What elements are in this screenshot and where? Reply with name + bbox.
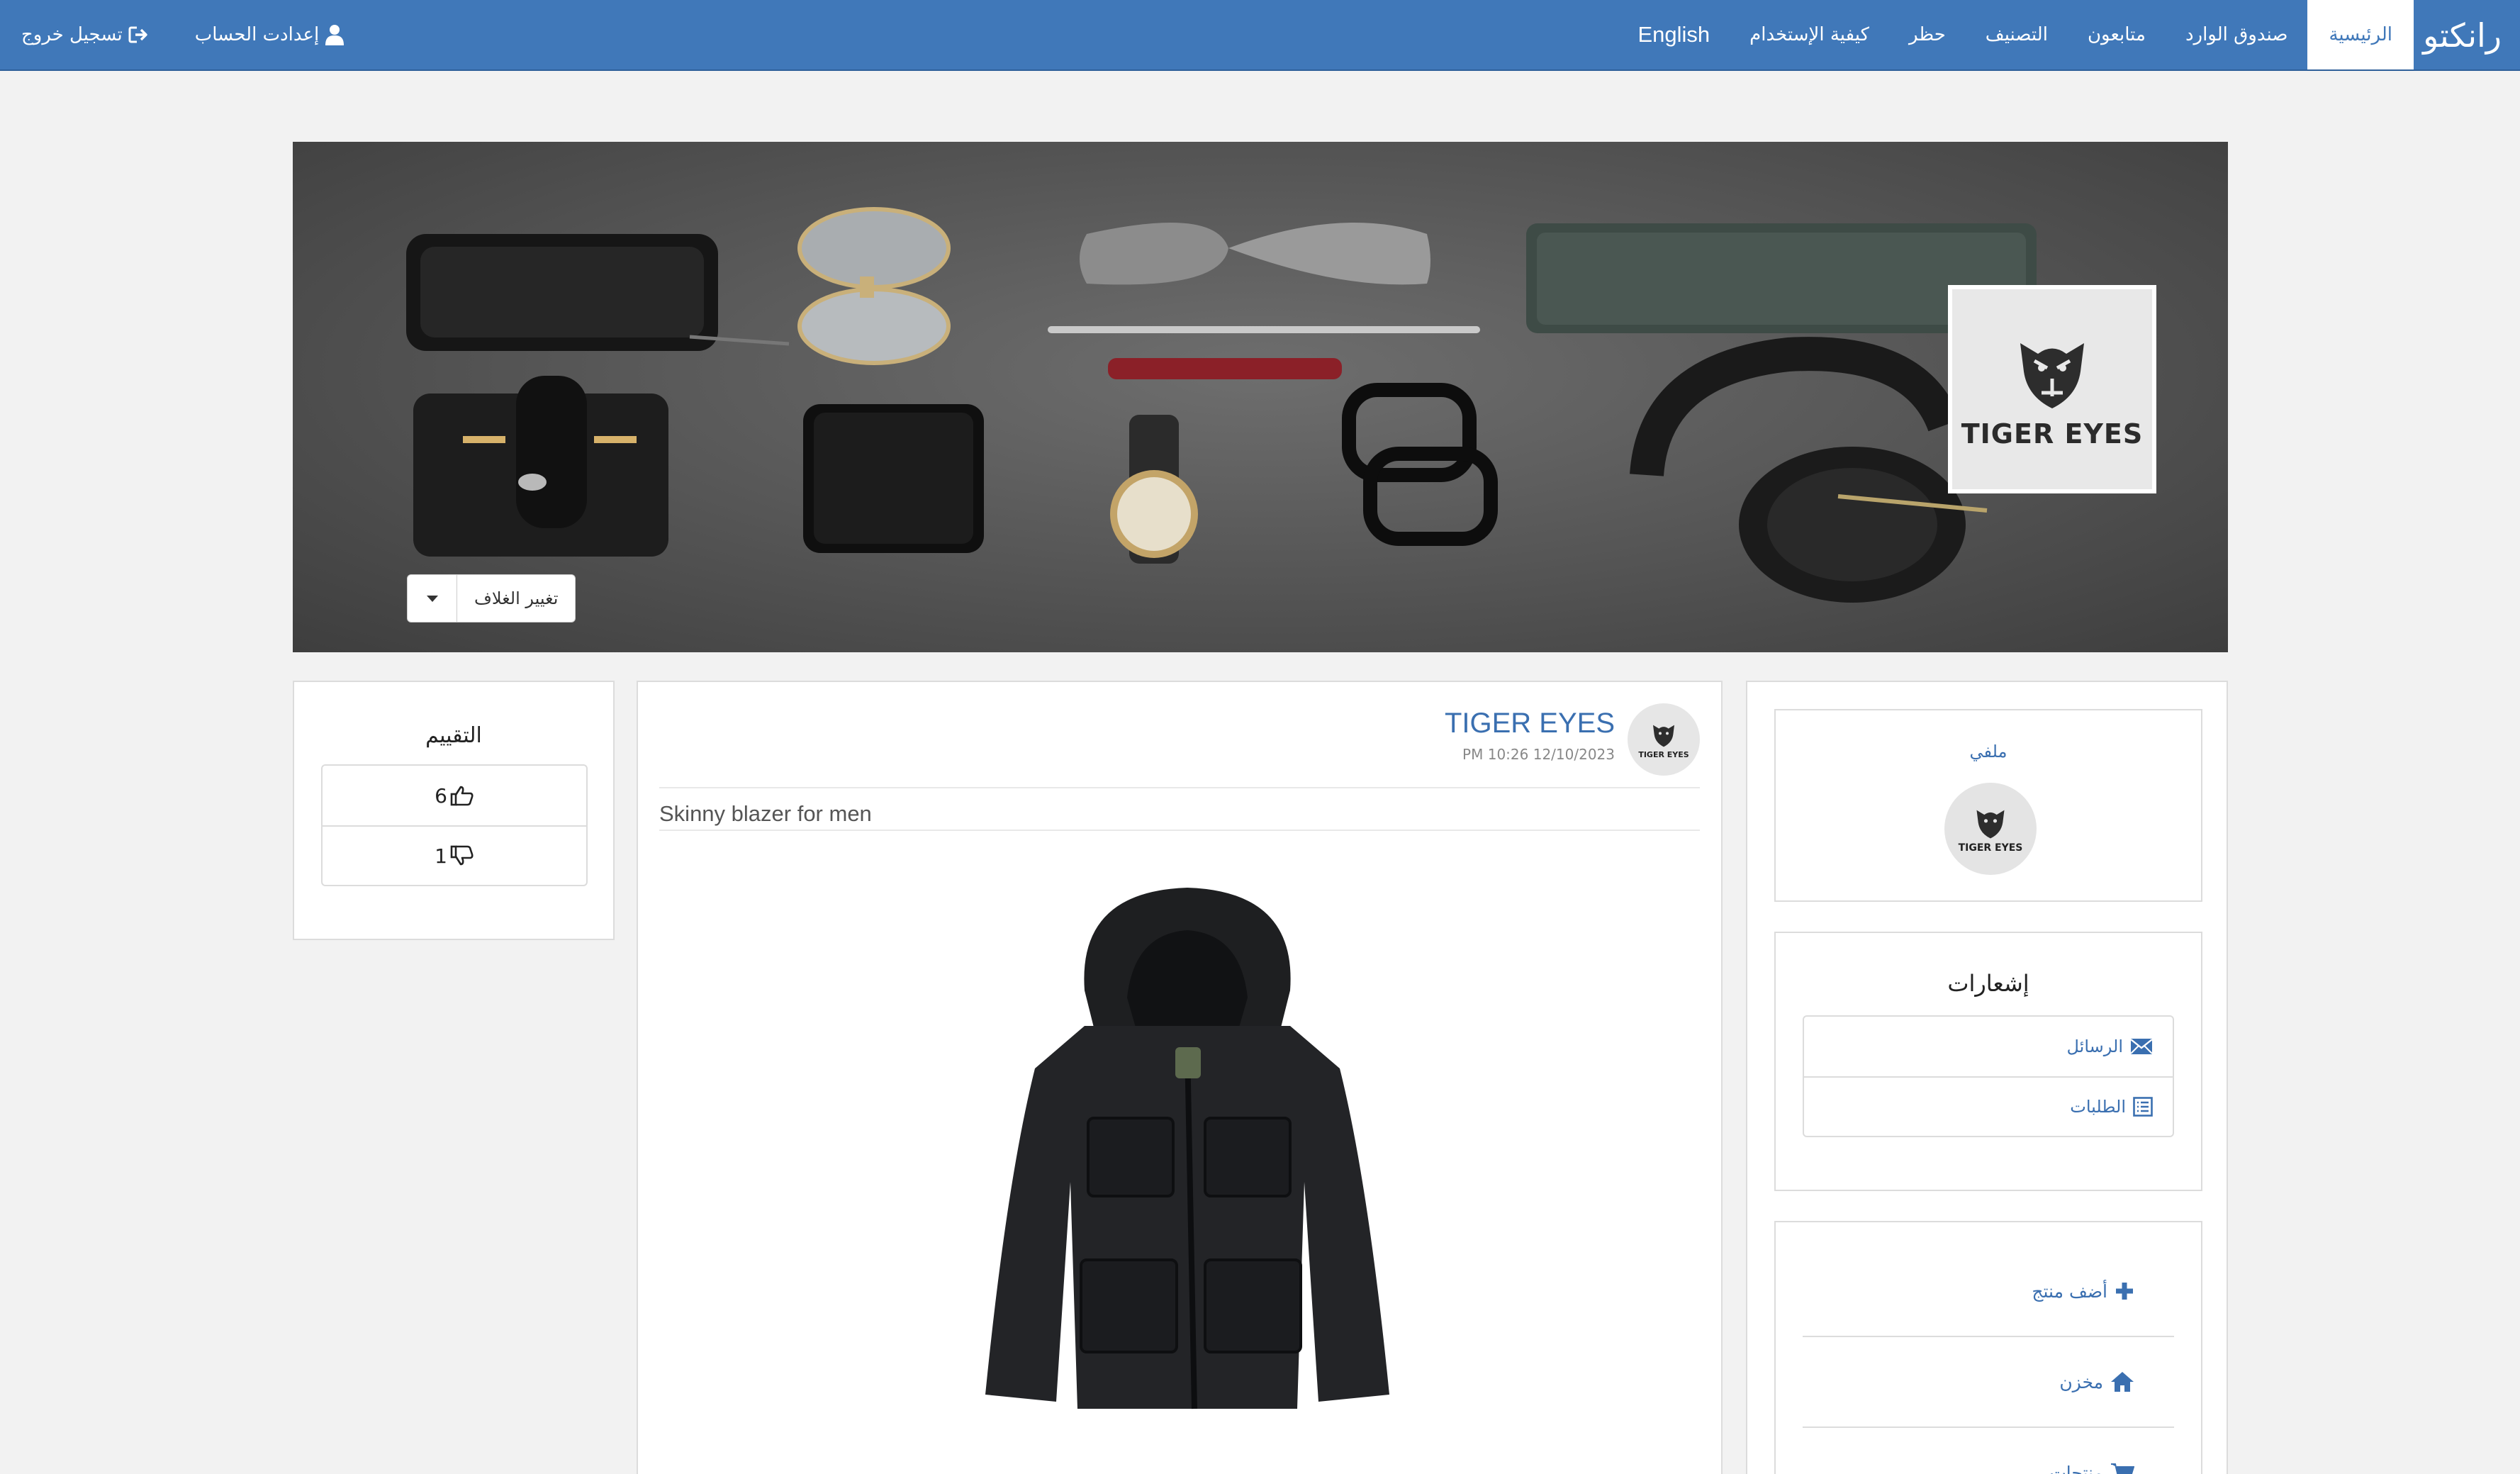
add-product-label: أضف منتج [2032, 1280, 2107, 1302]
add-product-link[interactable]: أضف منتج [1803, 1246, 2174, 1336]
orders-label: الطلبات [2070, 1097, 2126, 1117]
post-card: TIGER EYES TIGER EYES PM 10:26 12/10/202… [637, 681, 1723, 1474]
rating-panel: التقييم 6 1 [293, 681, 615, 940]
store-label: مخزن [2059, 1371, 2103, 1392]
cover-products-illustration [406, 207, 2037, 603]
like-button[interactable]: 6 [323, 766, 586, 825]
profile-avatar-text: TIGER EYES [1958, 842, 2023, 854]
like-count: 6 [435, 783, 447, 808]
tiger-logo-icon [2020, 343, 2084, 408]
cover-logo-text: TIGER EYES [1961, 418, 2144, 450]
nav-language-english[interactable]: English [1618, 0, 1730, 69]
account-settings-link[interactable]: إعدادت الحساب [186, 0, 353, 69]
change-cover-dropdown-toggle[interactable] [408, 575, 457, 622]
nav-how-to-use[interactable]: كيفية الإستخدام [1730, 0, 1889, 69]
post-timestamp: PM 10:26 12/10/2023 [1462, 746, 1615, 763]
tiger-logo-icon [1653, 725, 1674, 747]
messages-link[interactable]: الرسائل [1804, 1017, 2173, 1076]
rating-title: التقييم [425, 723, 482, 748]
post-text: Skinny blazer for men [659, 801, 872, 826]
home-icon [2111, 1372, 2134, 1392]
list-alt-icon [2133, 1097, 2153, 1117]
nav-inbox[interactable]: صندوق الوارد [2166, 0, 2308, 69]
nav-block[interactable]: حظر [1889, 0, 1966, 69]
shopping-cart-icon [2111, 1463, 2134, 1474]
my-profile-link[interactable]: ملفي [1776, 742, 2201, 761]
tiger-logo-icon [1976, 810, 2005, 839]
account-settings-label: إعدادت الحساب [194, 24, 320, 45]
thumbs-up-icon [450, 786, 474, 806]
logout-link[interactable]: تسجيل خروج [13, 0, 158, 69]
logout-icon [128, 26, 147, 43]
nav-home[interactable]: الرئيسية [2307, 0, 2414, 69]
main-nav: الرئيسية صندوق الوارد متابعون التصنيف حظ… [1618, 0, 2414, 69]
post-avatar-text: TIGER EYES [1638, 749, 1689, 759]
post-text-divider [659, 830, 1700, 831]
cover-photo: TIGER EYES تغيير الغلاف [293, 142, 2228, 652]
nav-ranking[interactable]: التصنيف [1966, 0, 2068, 69]
notifications-card: إشعارات الرسائل الطلبات [1774, 932, 2202, 1191]
dislike-button[interactable]: 1 [323, 825, 586, 885]
rating-list: 6 1 [321, 764, 588, 886]
change-cover-button[interactable]: تغيير الغلاف [457, 575, 575, 622]
nav-followers[interactable]: متابعون [2068, 0, 2166, 69]
envelope-icon [2130, 1039, 2153, 1054]
plus-icon [2116, 1283, 2133, 1300]
products-label: منتجات [2049, 1462, 2103, 1474]
top-navbar: رانكتو الرئيسية صندوق الوارد متابعون الت… [0, 0, 2520, 71]
store-link[interactable]: مخزن [1803, 1337, 2174, 1426]
brand-logo[interactable]: رانكتو [2423, 11, 2502, 60]
cover-store-logo: TIGER EYES [1948, 285, 2156, 493]
dislike-count: 1 [435, 844, 447, 868]
profile-avatar[interactable]: TIGER EYES [1944, 783, 2037, 875]
user-nav: تسجيل خروج إعدادت الحساب [13, 0, 381, 69]
notifications-title: إشعارات [1947, 970, 2029, 997]
logout-label: تسجيل خروج [21, 24, 123, 45]
orders-link[interactable]: الطلبات [1804, 1076, 2173, 1136]
post-author-avatar[interactable]: TIGER EYES [1628, 703, 1700, 776]
change-cover-button-group: تغيير الغلاف [407, 574, 576, 622]
post-author-name[interactable]: TIGER EYES [1445, 708, 1615, 739]
notifications-list: الرسائل الطلبات [1803, 1015, 2174, 1137]
profile-card: ملفي TIGER EYES [1774, 709, 2202, 902]
sidebar-panel: ملفي TIGER EYES إشعارات الرسائل الطلبات [1746, 681, 2228, 1474]
products-link[interactable]: منتجات [1803, 1428, 2174, 1474]
messages-label: الرسائل [2066, 1037, 2124, 1056]
post-header-divider [659, 787, 1700, 788]
caret-down-icon [426, 595, 438, 602]
thumbs-down-icon [450, 845, 474, 866]
store-actions-card: أضف منتج مخزن منتجات [1774, 1221, 2202, 1474]
user-icon [325, 25, 345, 45]
post-product-image[interactable] [978, 884, 1396, 1423]
